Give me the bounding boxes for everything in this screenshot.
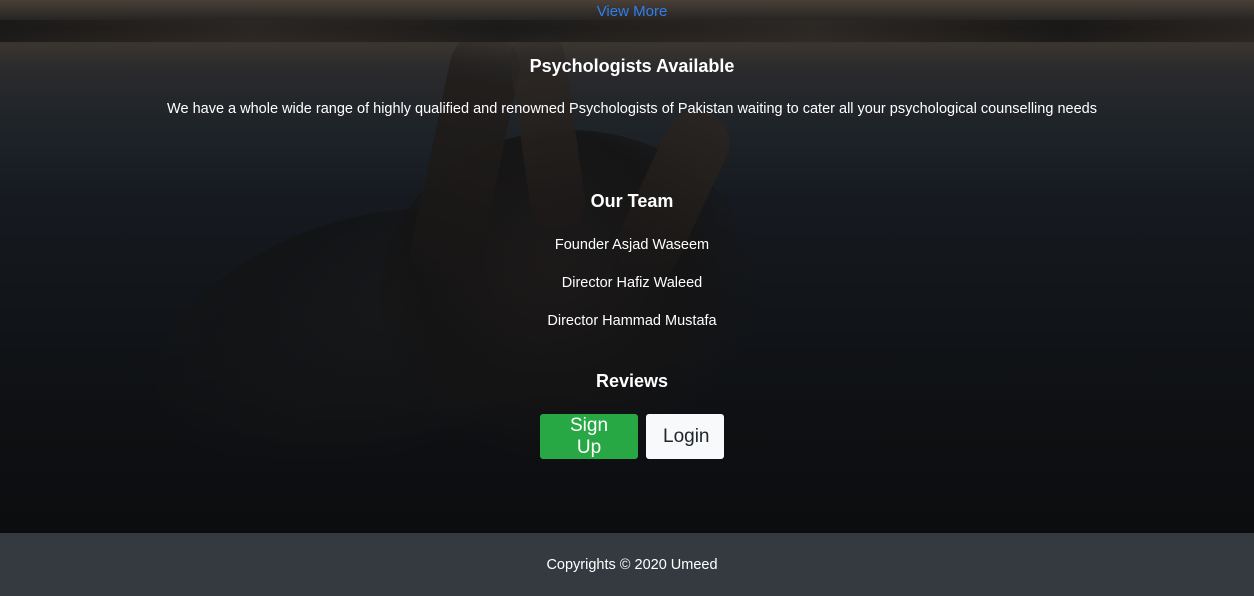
team-member: Director Hafiz Waleed [561, 275, 703, 291]
team-member: Founder Asjad Waseem [554, 237, 710, 253]
psychologists-description: We have a whole wide range of highly qua… [167, 101, 1097, 117]
team-member: Director Hammad Mustafa [547, 313, 717, 329]
login-button[interactable]: Login [646, 414, 724, 459]
psychologists-title: Psychologists Available [529, 56, 735, 76]
team-title: Our Team [590, 191, 674, 211]
reviews-title: Reviews [595, 371, 669, 391]
auth-buttons: Sign Up Login [540, 414, 724, 459]
main-content: View More Psychologists Available We hav… [0, 0, 1254, 533]
sign-up-button[interactable]: Sign Up [540, 414, 638, 459]
view-more-link[interactable]: View More [0, 3, 1254, 20]
footer: Copyrights © 2020 Umeed [0, 533, 1254, 596]
copyright-text: Copyrights © 2020 Umeed [546, 556, 718, 573]
